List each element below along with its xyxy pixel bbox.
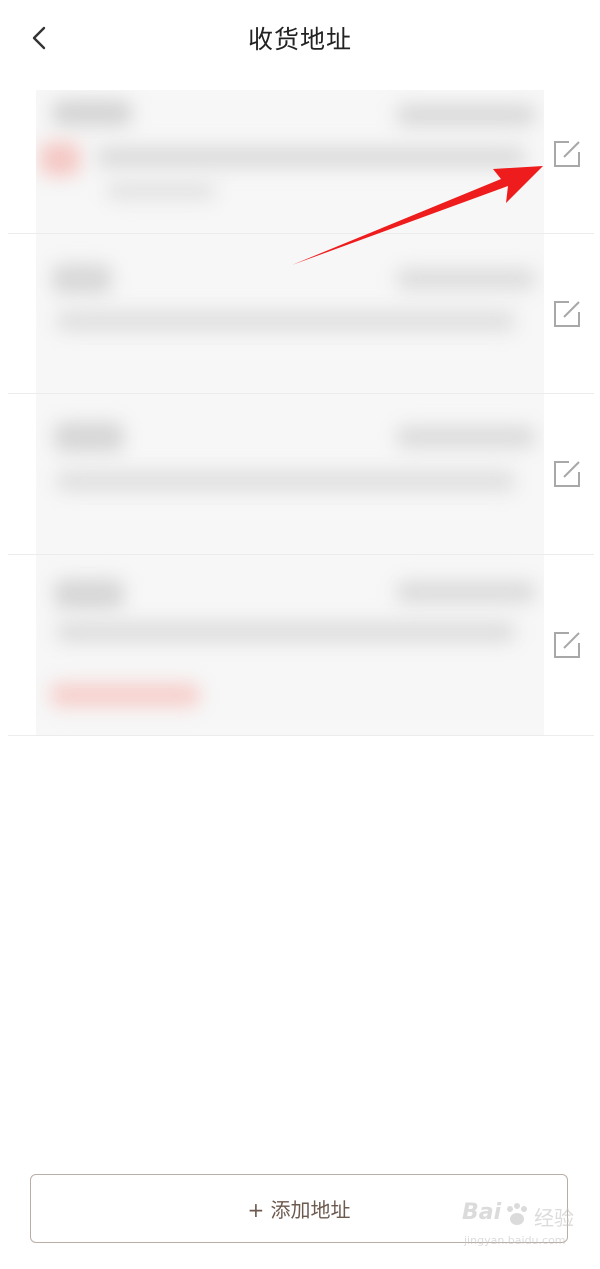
edit-address-button[interactable]: [553, 300, 581, 328]
watermark-suffix: 经验: [534, 1206, 574, 1230]
paw-logo-icon: [507, 1203, 527, 1225]
page-title: 收货地址: [247, 25, 352, 54]
address-list: [0, 90, 600, 736]
address-item[interactable]: [0, 394, 600, 555]
edit-address-button[interactable]: [553, 460, 581, 488]
blurred-address-content: [36, 234, 544, 393]
edit-address-button[interactable]: [553, 140, 581, 168]
edit-icon: [554, 461, 580, 487]
divider: [8, 735, 594, 736]
address-item[interactable]: [0, 90, 600, 234]
edit-icon: [554, 632, 580, 658]
baidu-jingyan-watermark: Bai 经验 jingyan.baidu.com: [462, 1198, 594, 1262]
blurred-address-content: [36, 394, 544, 554]
watermark-brand: Bai: [462, 1200, 502, 1225]
address-item[interactable]: [0, 555, 600, 736]
edit-icon: [554, 301, 580, 327]
blurred-address-content: [36, 90, 544, 233]
watermark-url: jingyan.baidu.com: [464, 1234, 566, 1247]
blurred-address-content: [36, 555, 544, 735]
navigation-bar: 收货地址: [0, 0, 600, 80]
edit-icon: [554, 141, 580, 167]
address-item[interactable]: [0, 234, 600, 394]
edit-address-button[interactable]: [553, 631, 581, 659]
